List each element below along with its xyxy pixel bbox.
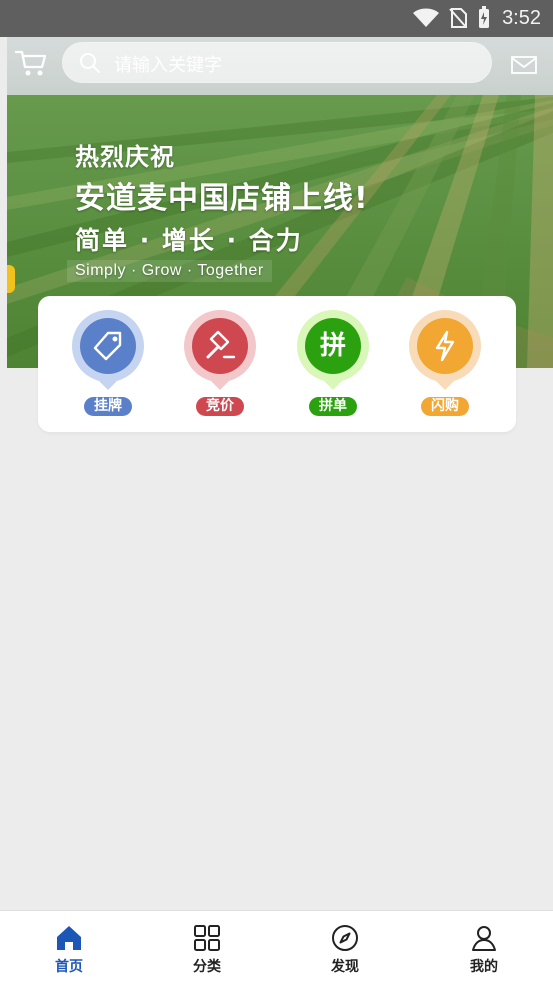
quick-action-label: 挂牌 [84, 397, 132, 416]
nav-item-profile[interactable]: 我的 [446, 923, 522, 979]
top-bar: 请输入关键字 [0, 37, 553, 89]
banner-title-line2: 安道麦中国店铺上线! [75, 181, 369, 216]
nav-item-home[interactable]: 首页 [31, 923, 107, 979]
search-placeholder: 请输入关键字 [114, 55, 222, 76]
quick-action-group-buy[interactable]: 拼 拼单 [279, 310, 389, 420]
listing-badge [72, 310, 144, 390]
search-input[interactable]: 请输入关键字 [62, 42, 492, 83]
battery-charging-icon [479, 6, 490, 28]
status-bar: 3:52 [0, 0, 553, 37]
status-time: 3:52 [502, 6, 541, 29]
home-icon [57, 926, 81, 950]
quick-action-label: 竞价 [196, 397, 244, 416]
banner-subtitle: Simply · Grow · Together [67, 260, 272, 282]
banner-title-line1: 热烈庆祝 [75, 143, 175, 171]
cart-button[interactable] [14, 47, 48, 79]
nav-label-profile: 我的 [470, 959, 498, 975]
pin-dan-icon: 拼 [305, 318, 361, 374]
status-icons: 3:52 [412, 6, 541, 30]
wifi-icon [413, 8, 440, 27]
tag-icon [80, 318, 136, 374]
bottom-navigation: 首页 分类 发现 我的 [0, 910, 553, 984]
user-icon [472, 926, 496, 951]
quick-action-label: 闪购 [421, 397, 469, 416]
lightning-icon [417, 318, 473, 374]
nav-item-category[interactable]: 分类 [169, 923, 245, 979]
banner-title-line3: 简单 · 增长 · 合力 [75, 226, 303, 255]
category-grid-icon [194, 925, 220, 951]
gavel-icon [192, 318, 248, 374]
no-sim-icon [449, 8, 468, 28]
compass-icon [332, 925, 358, 951]
nav-label-category: 分类 [193, 959, 221, 975]
search-icon [80, 53, 100, 73]
nav-label-home: 首页 [55, 959, 83, 975]
nav-label-discover: 发现 [331, 959, 359, 975]
quick-action-flash-sale[interactable]: 闪购 [391, 310, 501, 420]
quick-action-label: 拼单 [309, 397, 357, 416]
message-button[interactable] [510, 53, 538, 77]
nav-item-discover[interactable]: 发现 [307, 923, 383, 979]
quick-action-card: 挂牌 竞价 拼 拼单 闪购 [38, 296, 516, 432]
group-buy-badge: 拼 [297, 310, 369, 390]
bidding-badge [184, 310, 256, 390]
quick-action-listing[interactable]: 挂牌 [54, 310, 164, 420]
cart-icon [14, 50, 47, 76]
mail-icon [511, 56, 537, 74]
flash-sale-badge [409, 310, 481, 390]
quick-action-bidding[interactable]: 竞价 [166, 310, 276, 420]
